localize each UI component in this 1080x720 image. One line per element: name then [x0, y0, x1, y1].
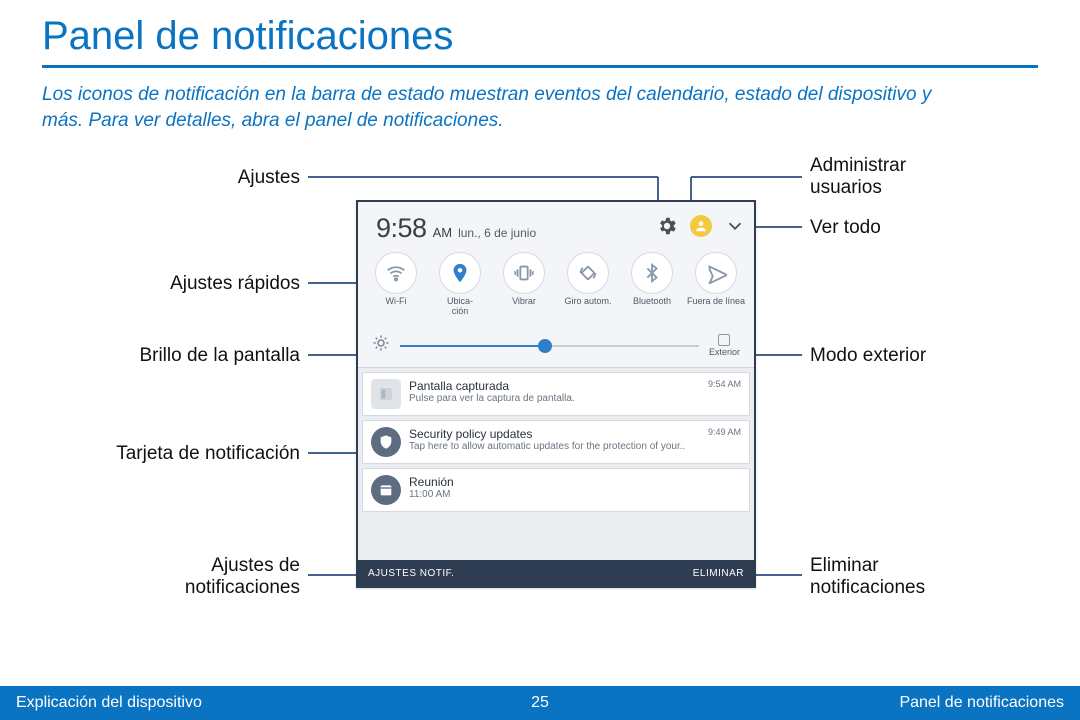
clock-time: 9:58	[376, 213, 427, 244]
clear-notifications-button[interactable]: ELIMINAR	[693, 568, 744, 579]
diagram-area: Ajustes Ajustes rápidos Brillo de la pan…	[0, 155, 1080, 645]
notification-card[interactable]: Pantalla capturada Pulse para ver la cap…	[362, 372, 750, 416]
header-icons	[656, 215, 746, 237]
card-time: 9:54 AM	[708, 379, 741, 389]
qs-airplane[interactable]: Fuera de línea	[686, 252, 746, 317]
callout-eliminar-l2: notificaciones	[810, 577, 925, 598]
wifi-icon	[375, 252, 417, 294]
callout-tarjeta: Tarjeta de notificación	[116, 443, 300, 465]
card-subtitle: Pulse para ver la captura de pantalla.	[409, 393, 741, 404]
qs-vibrate-label: Vibrar	[512, 297, 536, 317]
callout-brillo: Brillo de la pantalla	[139, 345, 300, 367]
callout-admin-usuarios-l1: Administrar	[810, 155, 906, 176]
clock-ampm: AM	[433, 225, 453, 240]
notification-card[interactable]: Security policy updates Tap here to allo…	[362, 420, 750, 464]
qs-wifi-label: Wi-Fi	[386, 297, 407, 317]
callout-ver-todo: Ver todo	[810, 217, 881, 239]
notification-list: Pantalla capturada Pulse para ver la cap…	[358, 368, 754, 558]
calendar-icon	[371, 475, 401, 505]
callout-ajustes: Ajustes	[238, 167, 300, 189]
qs-bluetooth-label: Bluetooth	[633, 297, 671, 317]
footer-page-number: 25	[531, 694, 549, 712]
shield-icon	[371, 427, 401, 457]
card-time: 9:49 AM	[708, 427, 741, 437]
callout-admin-usuarios: Administrar usuarios	[810, 155, 906, 199]
notification-panel: 9:58 AM lun., 6 de junio	[356, 200, 756, 588]
card-title: Security policy updates	[409, 427, 741, 441]
qs-vibrate[interactable]: Vibrar	[494, 252, 554, 317]
callout-admin-usuarios-l2: usuarios	[810, 177, 882, 198]
bluetooth-icon	[631, 252, 673, 294]
outdoor-mode-toggle[interactable]: Exterior	[709, 334, 740, 357]
qs-autorotate-label: Giro autom.	[564, 297, 611, 317]
title-rule	[42, 65, 1038, 68]
slider-fill	[400, 345, 544, 347]
qs-wifi[interactable]: Wi-Fi	[366, 252, 426, 317]
qs-bluetooth[interactable]: Bluetooth	[622, 252, 682, 317]
card-subtitle: 11:00 AM	[409, 489, 741, 500]
user-avatar-icon[interactable]	[690, 215, 712, 237]
screenshot-thumb-icon	[371, 379, 401, 409]
card-title: Reunión	[409, 475, 741, 489]
notification-card[interactable]: Reunión 11:00 AM	[362, 468, 750, 512]
autorotate-icon	[567, 252, 609, 294]
clock-date: lun., 6 de junio	[458, 226, 536, 240]
vibrate-icon	[503, 252, 545, 294]
clock-row: 9:58 AM lun., 6 de junio	[376, 213, 536, 244]
chevron-down-icon[interactable]	[724, 215, 746, 237]
outdoor-label: Exterior	[709, 347, 740, 357]
qs-autorotate[interactable]: Giro autom.	[558, 252, 618, 317]
brightness-row: Exterior	[372, 334, 740, 357]
airplane-icon	[695, 252, 737, 294]
callout-eliminar: Eliminar notificaciones	[810, 555, 925, 599]
page-footer: Explicación del dispositivo 25 Panel de …	[0, 686, 1080, 720]
outdoor-checkbox	[718, 334, 730, 346]
notif-settings-button[interactable]: AJUSTES NOTIF.	[368, 568, 454, 579]
location-icon	[439, 252, 481, 294]
page-title: Panel de notificaciones	[0, 0, 1080, 65]
footer-right: Panel de notificaciones	[899, 694, 1064, 712]
intro-text: Los iconos de notificación en la barra d…	[0, 82, 1000, 141]
brightness-icon[interactable]	[372, 334, 390, 357]
callout-ajustes-notif-l1: Ajustes de	[211, 555, 300, 576]
panel-header-section: 9:58 AM lun., 6 de junio	[358, 202, 754, 368]
brightness-slider[interactable]	[400, 336, 699, 356]
qs-airplane-label: Fuera de línea	[687, 297, 745, 317]
gear-icon[interactable]	[656, 215, 678, 237]
callout-ajustes-rapidos: Ajustes rápidos	[170, 273, 300, 295]
card-title: Pantalla capturada	[409, 379, 741, 393]
slider-knob	[538, 339, 552, 353]
qs-location-label: Ubica- ción	[447, 297, 473, 317]
callout-modo-exterior: Modo exterior	[810, 345, 926, 367]
callout-ajustes-notif-l2: notificaciones	[185, 577, 300, 598]
quick-settings-row: Wi-Fi Ubica- ción Vibrar Giro autom.	[358, 252, 754, 317]
callout-eliminar-l1: Eliminar	[810, 555, 879, 576]
card-subtitle: Tap here to allow automatic updates for …	[409, 441, 741, 452]
footer-left: Explicación del dispositivo	[16, 694, 202, 712]
panel-bottom-bar: AJUSTES NOTIF. ELIMINAR	[358, 560, 754, 586]
qs-location[interactable]: Ubica- ción	[430, 252, 490, 317]
callout-ajustes-notif: Ajustes de notificaciones	[185, 555, 300, 599]
